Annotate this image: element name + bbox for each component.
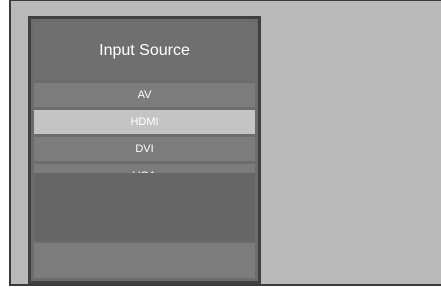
menu-footer <box>34 243 255 278</box>
menu-item-dvi[interactable]: DVI <box>34 137 255 161</box>
tv-screen: Input Source AV HDMI DVI VGA <box>9 0 441 286</box>
menu-item-av[interactable]: AV <box>34 83 255 107</box>
menu-empty-area <box>34 173 255 241</box>
input-source-menu: Input Source AV HDMI DVI VGA <box>28 16 261 284</box>
menu-title: Input Source <box>34 22 255 80</box>
menu-item-hdmi[interactable]: HDMI <box>34 110 255 134</box>
